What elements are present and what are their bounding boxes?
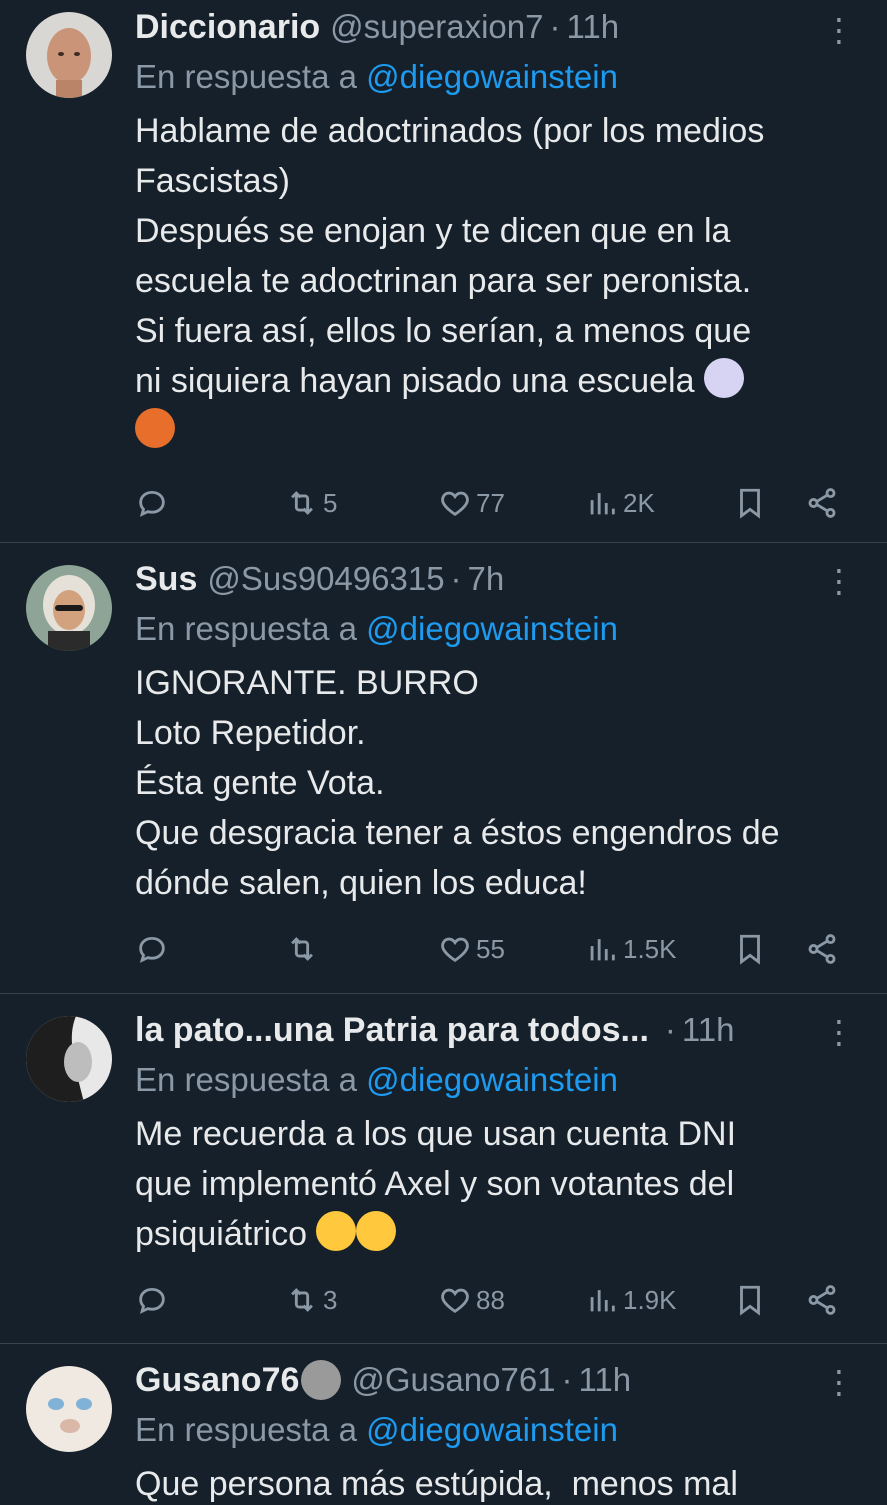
- timestamp[interactable]: 11h: [579, 1361, 632, 1399]
- heart-icon: [441, 491, 469, 517]
- retweet-count: 3: [323, 1284, 338, 1315]
- reply-button[interactable]: [135, 932, 173, 966]
- bookmark-icon: [740, 488, 760, 519]
- tweet-actions: 3 88 1.9K: [135, 1275, 857, 1325]
- like-button[interactable]: 55: [438, 932, 505, 966]
- reply-to-link[interactable]: @diegowainstein: [366, 1061, 618, 1098]
- reply-context: En respuesta a @diegowainstein: [135, 52, 857, 102]
- retweet-button[interactable]: 5: [285, 486, 337, 520]
- separator: ·: [664, 1011, 676, 1048]
- share-button[interactable]: [805, 486, 839, 520]
- retweet-icon: [291, 1288, 313, 1312]
- like-button[interactable]: 77: [438, 486, 505, 520]
- reply-prefix: En respuesta a: [135, 610, 367, 647]
- views-count: 1.5K: [623, 933, 677, 964]
- retweet-count: 5: [323, 487, 338, 518]
- tweet-actions: 5 77 2K: [135, 478, 857, 528]
- retweet-button[interactable]: [285, 932, 323, 966]
- tweet[interactable]: Diccionario @superaxion7 · 11h ⋮ En resp…: [0, 0, 887, 543]
- author-name[interactable]: Sus: [135, 560, 197, 599]
- views-button[interactable]: 2K: [585, 486, 655, 520]
- like-button[interactable]: 88: [438, 1283, 505, 1317]
- bookmark-icon: [740, 1285, 760, 1316]
- tweet-actions: 55 1.5K: [135, 924, 857, 974]
- reply-to-link[interactable]: @diegowainstein: [366, 610, 618, 647]
- reply-feed: Diccionario @superaxion7 · 11h ⋮ En resp…: [0, 0, 887, 1505]
- avatar[interactable]: [26, 1366, 112, 1452]
- share-button[interactable]: [805, 932, 839, 966]
- author-handle[interactable]: @superaxion7: [330, 8, 543, 46]
- timestamp[interactable]: 7h: [468, 560, 505, 598]
- retweet-icon: [291, 937, 313, 961]
- author-handle[interactable]: @Gusano761: [351, 1361, 555, 1399]
- zany-face-emoji: [316, 1211, 357, 1251]
- avatar[interactable]: [26, 565, 112, 651]
- reply-prefix: En respuesta a: [135, 1411, 367, 1448]
- reply-prefix: En respuesta a: [135, 1061, 367, 1098]
- share-icon: [808, 934, 836, 964]
- separator: ·: [561, 1361, 573, 1398]
- tweet-text: Que persona más estúpida, menos mal: [135, 1465, 738, 1503]
- retweet-icon: [291, 491, 313, 515]
- tweet-text: Me recuerda a los que usan cuenta DNI qu…: [135, 1109, 857, 1259]
- avatar[interactable]: [26, 1016, 112, 1102]
- face-with-hand-over-mouth-emoji: [356, 1211, 397, 1251]
- woman-shrugging-dark-emoji: [135, 408, 175, 448]
- views-count: 2K: [623, 487, 655, 518]
- heart-icon: [441, 937, 469, 963]
- bookmark-button[interactable]: [733, 486, 767, 520]
- separator: ·: [549, 8, 561, 45]
- tweet-text: IGNORANTE. BURRO Loto Repetidor. Ésta ge…: [135, 664, 780, 902]
- share-button[interactable]: [805, 1283, 839, 1317]
- tweet[interactable]: la pato...una Patria para todos... · 11h…: [0, 994, 887, 1344]
- views-icon: [590, 1290, 615, 1312]
- avatar[interactable]: [26, 12, 112, 98]
- woman-shrugging-emoji: [703, 358, 744, 398]
- views-count: 1.9K: [623, 1284, 677, 1315]
- reply-icon: [139, 490, 165, 517]
- reply-context: En respuesta a @diegowainstein: [135, 604, 857, 654]
- reply-button[interactable]: [135, 486, 173, 520]
- reply-icon: [139, 1287, 165, 1314]
- bookmark-button[interactable]: [733, 932, 767, 966]
- views-button[interactable]: 1.9K: [585, 1283, 677, 1317]
- tweet-text-content: Me recuerda a los que usan cuenta DNI qu…: [135, 1115, 737, 1253]
- more-options-icon[interactable]: ⋮: [823, 565, 855, 597]
- author-name[interactable]: Gusano76: [135, 1361, 299, 1400]
- tweet[interactable]: Gusano76 @Gusano761 · 11h ⋮ En respuesta…: [0, 1344, 887, 1505]
- like-count: 88: [476, 1284, 505, 1315]
- author-name[interactable]: la pato...una Patria para todos...: [135, 1011, 649, 1050]
- separator: ·: [450, 560, 462, 597]
- more-options-icon[interactable]: ⋮: [823, 14, 855, 46]
- more-options-icon[interactable]: ⋮: [823, 1366, 855, 1398]
- views-icon: [590, 493, 615, 515]
- reply-to-link[interactable]: @diegowainstein: [366, 58, 618, 95]
- tweet-text: Hablame de adoctrinados (por los medios …: [135, 106, 857, 456]
- heart-icon: [441, 1288, 469, 1314]
- timestamp[interactable]: 11h: [566, 8, 619, 46]
- reply-context: En respuesta a @diegowainstein: [135, 1055, 857, 1105]
- reply-icon: [139, 936, 165, 963]
- more-options-icon[interactable]: ⋮: [823, 1016, 855, 1048]
- raccoon-emoji: [301, 1360, 342, 1400]
- like-count: 77: [476, 487, 505, 518]
- reply-prefix: En respuesta a: [135, 58, 367, 95]
- bookmark-icon: [740, 934, 760, 965]
- share-icon: [808, 488, 836, 518]
- timestamp[interactable]: 11h: [682, 1011, 735, 1049]
- author-handle[interactable]: @Sus90496315: [207, 560, 444, 598]
- tweet-text-content: Hablame de adoctrinados (por los medios …: [135, 112, 765, 400]
- reply-context: En respuesta a @diegowainstein: [135, 1405, 857, 1455]
- views-button[interactable]: 1.5K: [585, 932, 677, 966]
- like-count: 55: [476, 933, 505, 964]
- reply-button[interactable]: [135, 1283, 173, 1317]
- share-icon: [808, 1285, 836, 1315]
- views-icon: [590, 939, 615, 961]
- tweet[interactable]: Sus @Sus90496315 · 7h ⋮ En respuesta a @…: [0, 543, 887, 994]
- author-name[interactable]: Diccionario: [135, 8, 320, 47]
- reply-to-link[interactable]: @diegowainstein: [366, 1411, 618, 1448]
- retweet-button[interactable]: 3: [285, 1283, 337, 1317]
- bookmark-button[interactable]: [733, 1283, 767, 1317]
